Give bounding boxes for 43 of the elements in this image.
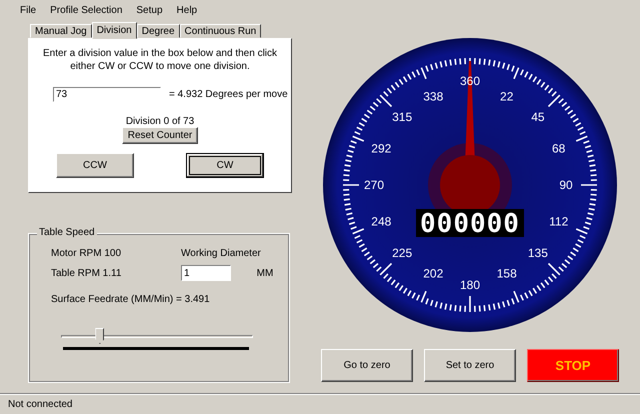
table-rpm-text: Table RPM 1.11 <box>51 268 122 278</box>
scale-label: 22 <box>500 89 514 104</box>
tab[interactable]: Manual Jog <box>30 24 92 38</box>
degrees-per-move-text: = 4.932 Degrees per move <box>169 89 288 100</box>
scale-label: 270 <box>364 178 384 192</box>
direction-button[interactable]: CCW <box>56 153 134 178</box>
menu-item[interactable]: File <box>14 3 42 18</box>
working-diameter-label: Working Diameter <box>181 248 262 259</box>
scale-label: 68 <box>552 141 566 156</box>
unit-label: MM <box>256 268 274 278</box>
division-input[interactable]: 73 <box>53 87 161 102</box>
action-button[interactable]: Go to zero <box>321 349 413 382</box>
scale-label: 158 <box>496 266 517 281</box>
speed-slider[interactable] <box>61 327 253 345</box>
instructions-text: Enter a division value in the box below and then click either CW or CCW to move one division. <box>42 47 278 73</box>
scale-label: 248 <box>371 214 392 229</box>
menu-item[interactable]: Setup <box>130 3 169 18</box>
diameter-input[interactable]: 1 <box>181 265 231 281</box>
scale-label: 225 <box>392 246 412 260</box>
reset-counter-button[interactable]: Reset Counter <box>122 127 198 144</box>
slider-thumb[interactable] <box>95 328 104 344</box>
menu-item[interactable]: Help <box>170 3 204 18</box>
status-text: Not connected <box>8 399 72 410</box>
tab[interactable]: Continuous Run <box>180 24 262 38</box>
scale-label: 202 <box>423 266 444 281</box>
digital-readout: 000000 <box>416 209 524 239</box>
scale-label: 315 <box>392 110 412 124</box>
tab[interactable]: Degree <box>136 24 180 38</box>
motor-rpm-text: Motor RPM 100 <box>51 248 122 259</box>
scale-label: 90 <box>559 178 573 192</box>
menu-item[interactable]: Profile Selection <box>44 3 128 18</box>
scale-label: 112 <box>549 214 568 229</box>
scale-label: 135 <box>528 246 548 260</box>
division-counter-text: Division 0 of 73 <box>126 116 194 127</box>
scale-label: 292 <box>371 141 392 156</box>
surface-feedrate-text: Surface Feedrate (MM/Min) = 3.491 <box>51 294 211 305</box>
scale-label: 45 <box>531 110 545 124</box>
direction-button[interactable]: CW <box>186 153 264 178</box>
tab[interactable]: Division <box>92 22 137 39</box>
action-button[interactable]: Set to zero <box>424 349 516 382</box>
scale-label: 180 <box>460 278 480 292</box>
group-title: Table Speed <box>37 227 97 238</box>
scale-label: 338 <box>423 89 444 104</box>
